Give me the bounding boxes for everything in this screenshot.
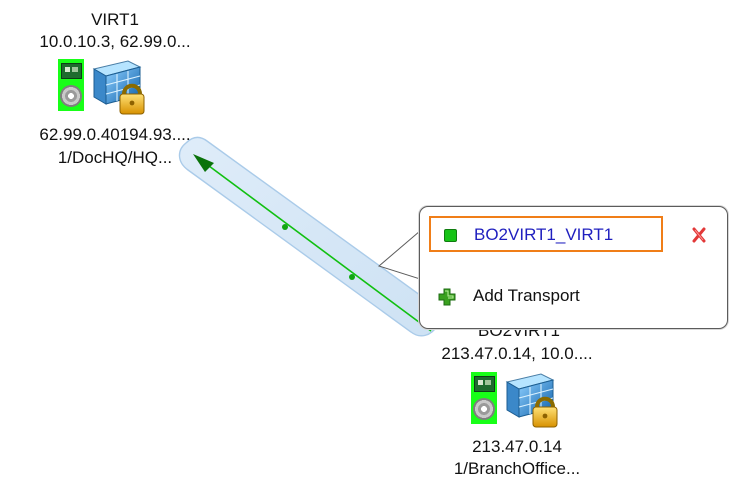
node-icons[interactable] [58, 59, 158, 115]
add-transport-label: Add Transport [473, 286, 580, 305]
network-card-icon [58, 59, 84, 111]
node-addresses: 213.47.0.14, 10.0.... [441, 344, 593, 363]
transport-item[interactable]: BO2VIRT1_VIRT1 [429, 216, 663, 252]
topology-canvas[interactable]: VIRT1 10.0.10.3, 62.99.0... 62.99.0.4019… [0, 0, 731, 479]
transport-status-icon [444, 229, 457, 242]
link-marker [282, 224, 288, 230]
firewall-lock-icon [92, 60, 145, 115]
add-plus-icon [438, 288, 456, 306]
link-line [204, 162, 432, 332]
link-marker [349, 274, 355, 280]
node-name: VIRT1 [91, 10, 139, 29]
add-transport-button[interactable]: Add Transport [429, 280, 619, 314]
node-ip: 62.99.0.40194.93.... [39, 125, 191, 144]
node-ip: 213.47.0.14 [472, 437, 562, 456]
firewall-lock-icon [505, 373, 558, 428]
node-addresses: 10.0.10.3, 62.99.0... [39, 32, 191, 51]
transport-popup: BO2VIRT1_VIRT1 Add Transport [419, 206, 728, 329]
remove-x-icon[interactable] [692, 227, 706, 243]
node-icons[interactable] [471, 372, 571, 430]
network-card-icon [471, 372, 497, 424]
node-path: 1/BranchOffice... [453, 459, 581, 478]
node-path: 1/DocHQ/HQ... [57, 148, 173, 167]
transport-name[interactable]: BO2VIRT1_VIRT1 [474, 225, 613, 245]
